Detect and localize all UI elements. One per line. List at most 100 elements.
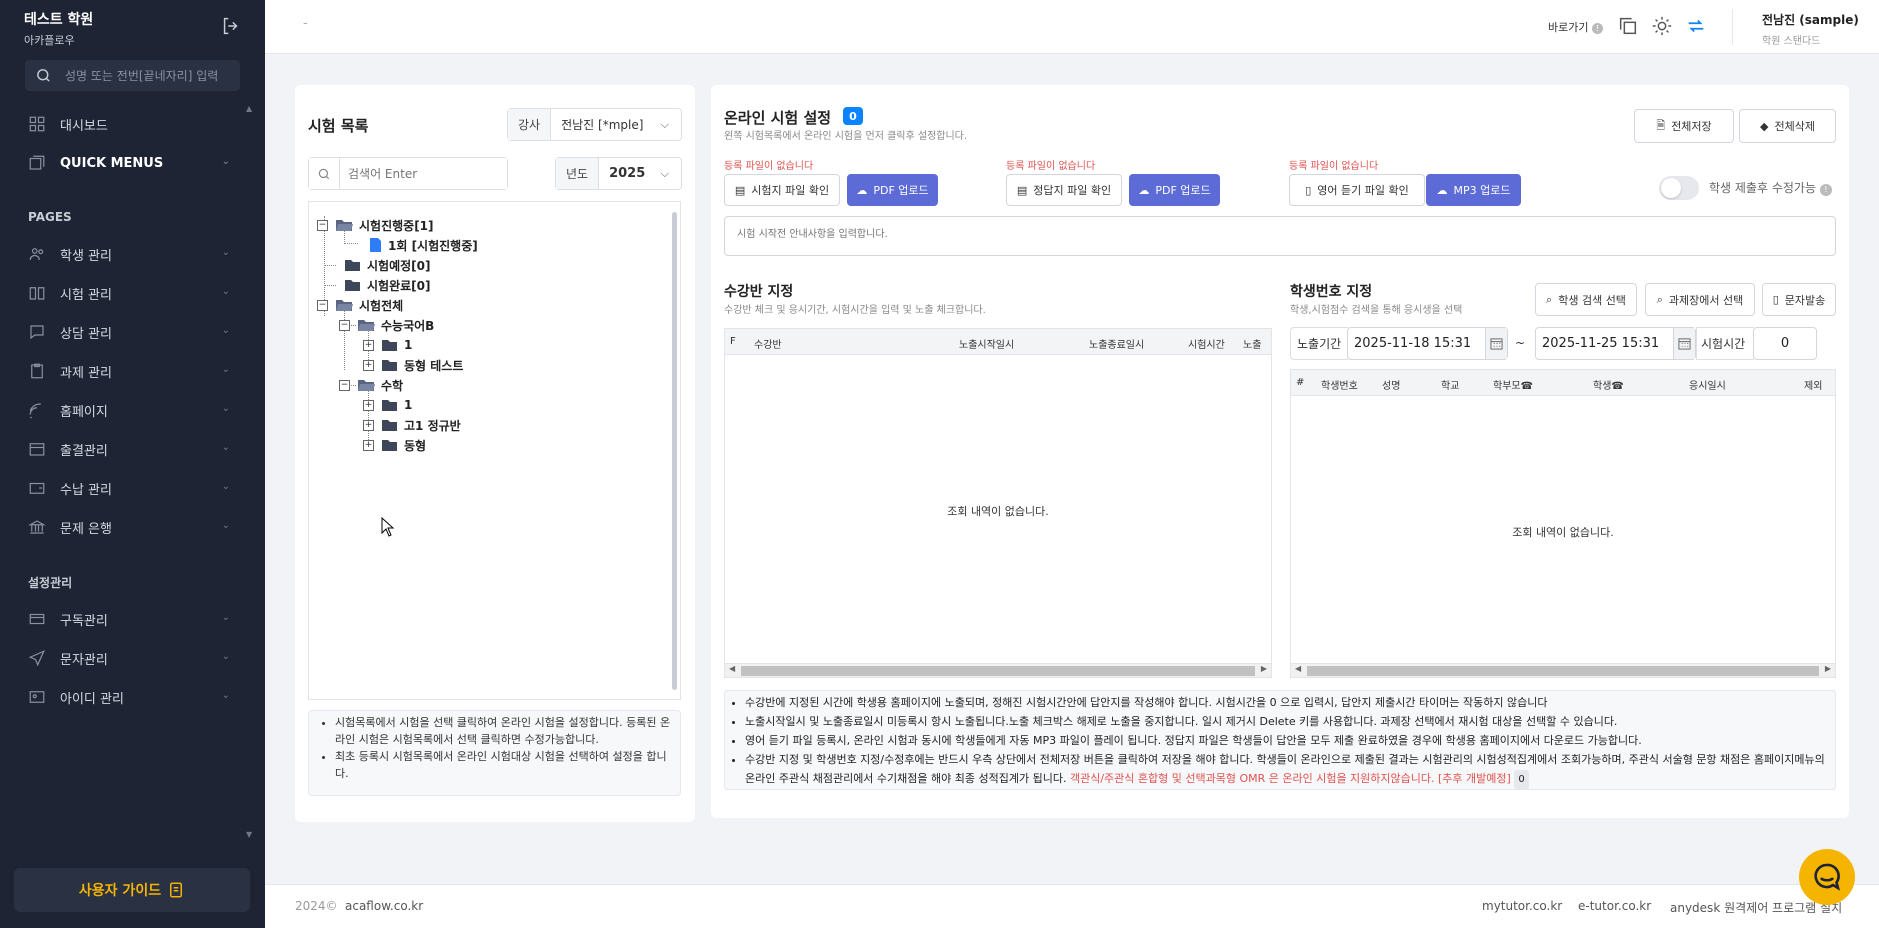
collapse-icon[interactable]: −	[317, 299, 328, 311]
delete-all-button[interactable]: ◆ 전체삭제	[1739, 109, 1836, 143]
user-menu[interactable]: 전남진 (sample) 학원 스탠다드	[1762, 11, 1859, 47]
expand-icon[interactable]: +	[363, 399, 374, 411]
note-warning: 객관식/주관식 혼합형 및 선택과목형 OMR 은 온라인 시험을 지원하지않습…	[1069, 772, 1511, 785]
tree-node[interactable]: − 시험진행중[1]	[317, 216, 434, 234]
scroll-thumb[interactable]	[1307, 666, 1819, 676]
tree-node[interactable]: − 수학	[339, 376, 403, 394]
sidebar-item-question-bank[interactable]: 문제 은행 ⌄	[28, 515, 230, 539]
chat-button[interactable]	[1799, 849, 1855, 905]
footer-link[interactable]: mytutor.co.kr	[1482, 899, 1562, 913]
chevron-down-icon: ⌄	[221, 481, 230, 492]
refresh-icon[interactable]	[1685, 15, 1709, 39]
chevron-down-icon: ⌄	[221, 651, 230, 662]
clipboard-icon	[28, 362, 46, 380]
end-datetime-input[interactable]: 2025-11-25 15:31	[1535, 327, 1696, 360]
class-grid-header: F 수강반 노출시작일시 노출종료일시 시험시간 노출	[725, 329, 1271, 355]
scroll-thumb[interactable]	[741, 666, 1255, 676]
sidebar-item-accounts[interactable]: 아이디 관리 ⌄	[28, 685, 230, 709]
toggle-label-text: 학생 제출후 수정가능	[1709, 181, 1816, 195]
sidebar-item-attendance[interactable]: 출결관리 ⌄	[28, 437, 230, 461]
sidebar-item-quick-menus[interactable]: QUICK MENUS ⌄	[28, 151, 230, 175]
user-guide-button[interactable]: 사용자 가이드	[14, 868, 250, 912]
collapse-icon[interactable]: −	[339, 319, 350, 331]
scroll-up-icon[interactable]: ▲	[246, 104, 252, 113]
student-grid-hscroll[interactable]: ◀ ▶	[1291, 663, 1835, 677]
sidebar-item-sms[interactable]: 문자관리 ⌄	[28, 646, 230, 670]
scroll-left-icon[interactable]: ◀	[729, 664, 735, 673]
start-datetime-input[interactable]: 2025-11-18 15:31	[1347, 327, 1508, 360]
sun-icon[interactable]	[1651, 15, 1675, 39]
tree-node[interactable]: − 시험전체	[317, 296, 403, 314]
tree-label: 고1 정규반	[404, 418, 461, 433]
file-icon: ▯	[1305, 183, 1312, 197]
exam-file-check-button[interactable]: ▤ 시험지 파일 확인	[724, 174, 840, 206]
tree-node[interactable]: +1	[363, 336, 412, 354]
year-select[interactable]: 년도 2025 ⌵	[555, 157, 682, 190]
online-subtitle: 왼쪽 시험목록에서 온라인 시험을 먼저 클릭후 설정합니다.	[724, 131, 968, 142]
scroll-left-icon[interactable]: ◀	[1295, 664, 1301, 673]
footer-link[interactable]: e-tutor.co.kr	[1578, 899, 1651, 913]
footer-site[interactable]: acaflow.co.kr	[345, 899, 423, 913]
tree-node[interactable]: 시험예정[0]	[344, 256, 430, 274]
class-grid-hscroll[interactable]: ◀ ▶	[725, 663, 1271, 677]
tree-node[interactable]: 시험완료[0]	[344, 276, 430, 294]
logout-icon[interactable]	[220, 15, 242, 37]
tree-node[interactable]: + 동형	[363, 436, 426, 454]
notice-textarea[interactable]	[724, 216, 1836, 256]
sidebar-item-students[interactable]: 학생 관리 ⌄	[28, 242, 230, 266]
sidebar-item-exams[interactable]: 시험 관리 ⌄	[28, 281, 230, 305]
tree-node[interactable]: + 동형 테스트	[363, 356, 463, 374]
sidebar-item-label: 대시보드	[60, 118, 108, 134]
listening-file-check-button[interactable]: ▯ 영어 듣기 파일 확인	[1289, 174, 1425, 206]
sidebar-item-assignments[interactable]: 과제 관리 ⌄	[28, 359, 230, 383]
answer-file-check-button[interactable]: ▤ 정답지 파일 확인	[1006, 174, 1122, 206]
assignment-select-button[interactable]: ⌕ 과제장에서 선택	[1645, 283, 1755, 316]
copy-icon[interactable]	[1617, 15, 1641, 39]
answer-pdf-upload-button[interactable]: ☁ PDF 업로드	[1129, 174, 1220, 206]
sidebar-item-counseling[interactable]: 상담 관리 ⌄	[28, 320, 230, 344]
exam-pdf-upload-button[interactable]: ☁ PDF 업로드	[847, 174, 938, 206]
tree-node[interactable]: +1	[363, 396, 412, 414]
sidebar-search-input[interactable]	[65, 60, 235, 91]
calendar-icon[interactable]	[1673, 328, 1695, 359]
exam-time-input[interactable]: 0	[1753, 327, 1817, 360]
brand[interactable]: 테스트 학원 아카플로우	[24, 9, 93, 48]
chevron-down-icon: ⌄	[221, 325, 230, 336]
chat-icon	[28, 323, 46, 341]
mp3-upload-label: MP3 업로드	[1453, 184, 1511, 197]
sidebar-item-payments[interactable]: 수납 관리 ⌄	[28, 476, 230, 500]
edit-after-submit-toggle[interactable]	[1659, 176, 1699, 200]
tree-node[interactable]: 1회 [시험진행중]	[369, 236, 478, 254]
folder-open-icon	[357, 378, 375, 392]
sidebar-item-dashboard[interactable]: 대시보드	[28, 112, 228, 136]
scroll-right-icon[interactable]: ▶	[1261, 664, 1267, 673]
folder-icon	[381, 438, 398, 452]
scroll-right-icon[interactable]: ▶	[1825, 664, 1831, 673]
sidebar-item-homepage[interactable]: 홈페이지 ⌄	[28, 398, 230, 422]
expand-icon[interactable]: +	[363, 359, 374, 371]
expand-icon[interactable]: +	[363, 439, 374, 451]
chevron-down-icon: ⌄	[221, 286, 230, 297]
collapse-icon[interactable]: −	[317, 219, 328, 231]
student-title: 학생번호 지정	[1290, 284, 1373, 300]
expand-icon[interactable]: +	[363, 419, 374, 431]
save-all-button[interactable]: 🗎 전체저장	[1634, 109, 1734, 143]
shortcut-link[interactable]: 바로가기 !	[1548, 19, 1603, 35]
teacher-select[interactable]: 강사 전남진 [*mple] ⌵	[507, 108, 682, 141]
exam-file-status: 등록 파일이 없습니다	[724, 161, 814, 172]
collapse-icon[interactable]: −	[339, 379, 350, 391]
calendar-icon[interactable]	[1485, 328, 1507, 359]
mp3-upload-button[interactable]: ☁ MP3 업로드	[1426, 174, 1521, 206]
tree-node[interactable]: − 수능국어B	[339, 316, 434, 334]
bank-icon	[28, 518, 46, 536]
scroll-down-icon[interactable]: ▼	[246, 830, 252, 839]
student-search-button[interactable]: ⌕ 학생 검색 선택	[1535, 283, 1637, 316]
search-icon	[309, 158, 340, 189]
tree-node[interactable]: + 고1 정규반	[363, 416, 461, 434]
sms-send-button[interactable]: ▯ 문자발송	[1762, 283, 1836, 316]
expand-icon[interactable]: +	[363, 339, 374, 351]
folder-icon	[381, 398, 398, 412]
tree-scrollbar[interactable]	[672, 212, 677, 690]
exam-search-input[interactable]	[340, 158, 507, 189]
sidebar-item-subscription[interactable]: 구독관리 ⌄	[28, 607, 230, 631]
